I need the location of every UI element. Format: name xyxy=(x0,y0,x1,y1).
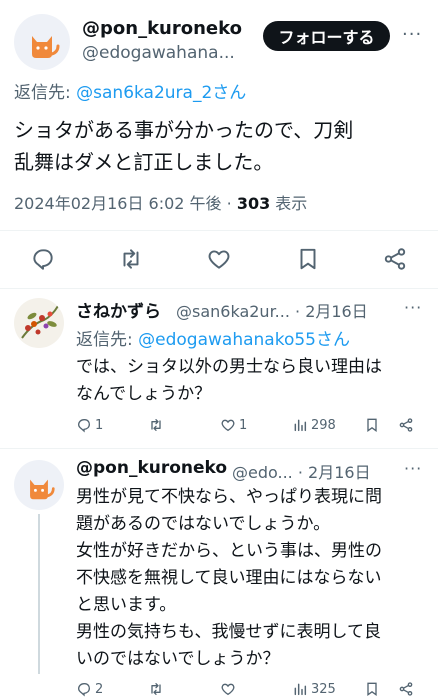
view-count: 298 xyxy=(311,417,336,433)
bookmark-button[interactable] xyxy=(364,417,380,433)
reply-button[interactable]: 2 xyxy=(76,681,103,697)
flower-icon xyxy=(21,305,59,339)
reply-text-line: 女性が好きだから、という事は、男性の xyxy=(76,541,382,561)
divider xyxy=(0,288,438,289)
more-options-icon[interactable]: ··· xyxy=(404,459,422,478)
reply-handle-date[interactable]: @edo... · 2月16日 xyxy=(232,459,371,483)
more-options-icon[interactable]: ··· xyxy=(404,298,422,317)
like-count: 1 xyxy=(239,417,248,433)
share-button[interactable] xyxy=(398,417,414,433)
avatar-pon-kuroneko[interactable] xyxy=(14,460,64,510)
reply-icon[interactable] xyxy=(30,246,56,272)
bookmark-icon xyxy=(367,418,377,432)
reply-count: 2 xyxy=(95,681,104,697)
reply-to-link[interactable]: @edogawahanako55さん xyxy=(138,330,350,350)
retweet-icon[interactable] xyxy=(118,246,144,272)
avatar-pon-kuroneko[interactable] xyxy=(14,14,70,70)
reply-to-line: 返信先: @san6ka2ura_2さん xyxy=(14,78,246,103)
views-button[interactable]: 325 xyxy=(292,681,336,697)
reply-prefix: 返信先: xyxy=(76,330,139,350)
author-name[interactable]: @pon_kuroneko xyxy=(82,18,242,39)
reply-text: では、ショタ以外の男士なら良い理由は なんでしょうか？ xyxy=(76,354,426,408)
like-icon xyxy=(221,419,235,432)
reply-prefix: 返信先: xyxy=(14,83,77,103)
divider xyxy=(0,230,438,231)
follow-button[interactable]: フォローする xyxy=(263,21,390,51)
cat-icon xyxy=(30,479,55,500)
like-button[interactable] xyxy=(220,681,236,697)
reply-text-line: と思います。 xyxy=(76,595,177,615)
reply-text-line: 題があるのではないでしょうか。 xyxy=(76,514,331,534)
retweet-button[interactable] xyxy=(148,417,164,433)
thread-line xyxy=(38,514,40,674)
reply-handle-date[interactable]: @san6ka2ur... · 2月16日 xyxy=(176,298,368,322)
analytics-icon xyxy=(294,419,307,432)
avatar-sanekazura[interactable] xyxy=(14,298,64,348)
reply-icon xyxy=(77,683,91,697)
reply-text-line: いのではないでしょうか？ xyxy=(76,649,280,669)
retweet-button[interactable] xyxy=(148,681,164,697)
reply-text-line: では、ショタ以外の男士なら良い理由は xyxy=(76,357,382,377)
retweet-icon xyxy=(151,683,161,695)
reply-author-name[interactable]: さねかずら xyxy=(76,297,161,322)
tweet-text: ショタがある事が分かったので、刀剣 乱舞はダメと訂正しました。 xyxy=(14,114,424,178)
like-button[interactable]: 1 xyxy=(220,417,247,433)
reply-author-name[interactable]: @pon_kuroneko xyxy=(76,458,227,478)
bookmark-icon xyxy=(367,682,377,696)
view-count: 303 xyxy=(236,194,271,213)
share-icon xyxy=(399,418,413,432)
share-button[interactable] xyxy=(398,681,414,697)
author-handle[interactable]: @edogawahana... xyxy=(82,43,235,63)
reply-to-link[interactable]: @san6ka2ura_2さん xyxy=(76,83,246,103)
reply-text: 男性が見て不快なら、やっぱり表現に問 題があるのではないでしょうか。 女性が好き… xyxy=(76,484,432,673)
more-options-icon[interactable]: ··· xyxy=(402,24,422,45)
retweet-icon xyxy=(151,419,161,431)
reply-text-line: 不快感を無視して良い理由にはならない xyxy=(76,568,382,588)
tweet-text-line: 乱舞はダメと訂正しました。 xyxy=(14,150,274,174)
share-icon[interactable] xyxy=(382,246,408,272)
view-count: 325 xyxy=(311,681,336,697)
reply-to-line: 返信先: @edogawahanako55さん xyxy=(76,325,350,350)
tweet-text-line: ショタがある事が分かったので、刀剣 xyxy=(14,118,354,142)
share-icon xyxy=(399,682,413,696)
views-button[interactable]: 298 xyxy=(292,417,336,433)
reply-count: 1 xyxy=(95,417,104,433)
tweet-meta: 2024年02月16日 6:02 午後 · 303 表示 xyxy=(14,190,307,214)
bookmark-icon[interactable] xyxy=(295,246,321,272)
tweet-date[interactable]: 2024年02月16日 6:02 午後 · xyxy=(14,194,237,213)
reply-icon xyxy=(77,419,91,433)
reply-text-line: 男性が見て不快なら、やっぱり表現に問 xyxy=(76,487,382,507)
divider xyxy=(0,448,438,449)
cat-icon xyxy=(32,36,60,58)
reply-text-line: なんでしょうか？ xyxy=(76,384,212,404)
bookmark-button[interactable] xyxy=(364,681,380,697)
like-icon xyxy=(221,683,235,696)
view-label: 表示 xyxy=(270,194,308,213)
analytics-icon xyxy=(294,683,307,696)
like-icon[interactable] xyxy=(206,246,232,272)
reply-button[interactable]: 1 xyxy=(76,417,103,433)
reply-text-line: 男性の気持ちも、我慢せずに表明して良 xyxy=(76,622,381,642)
